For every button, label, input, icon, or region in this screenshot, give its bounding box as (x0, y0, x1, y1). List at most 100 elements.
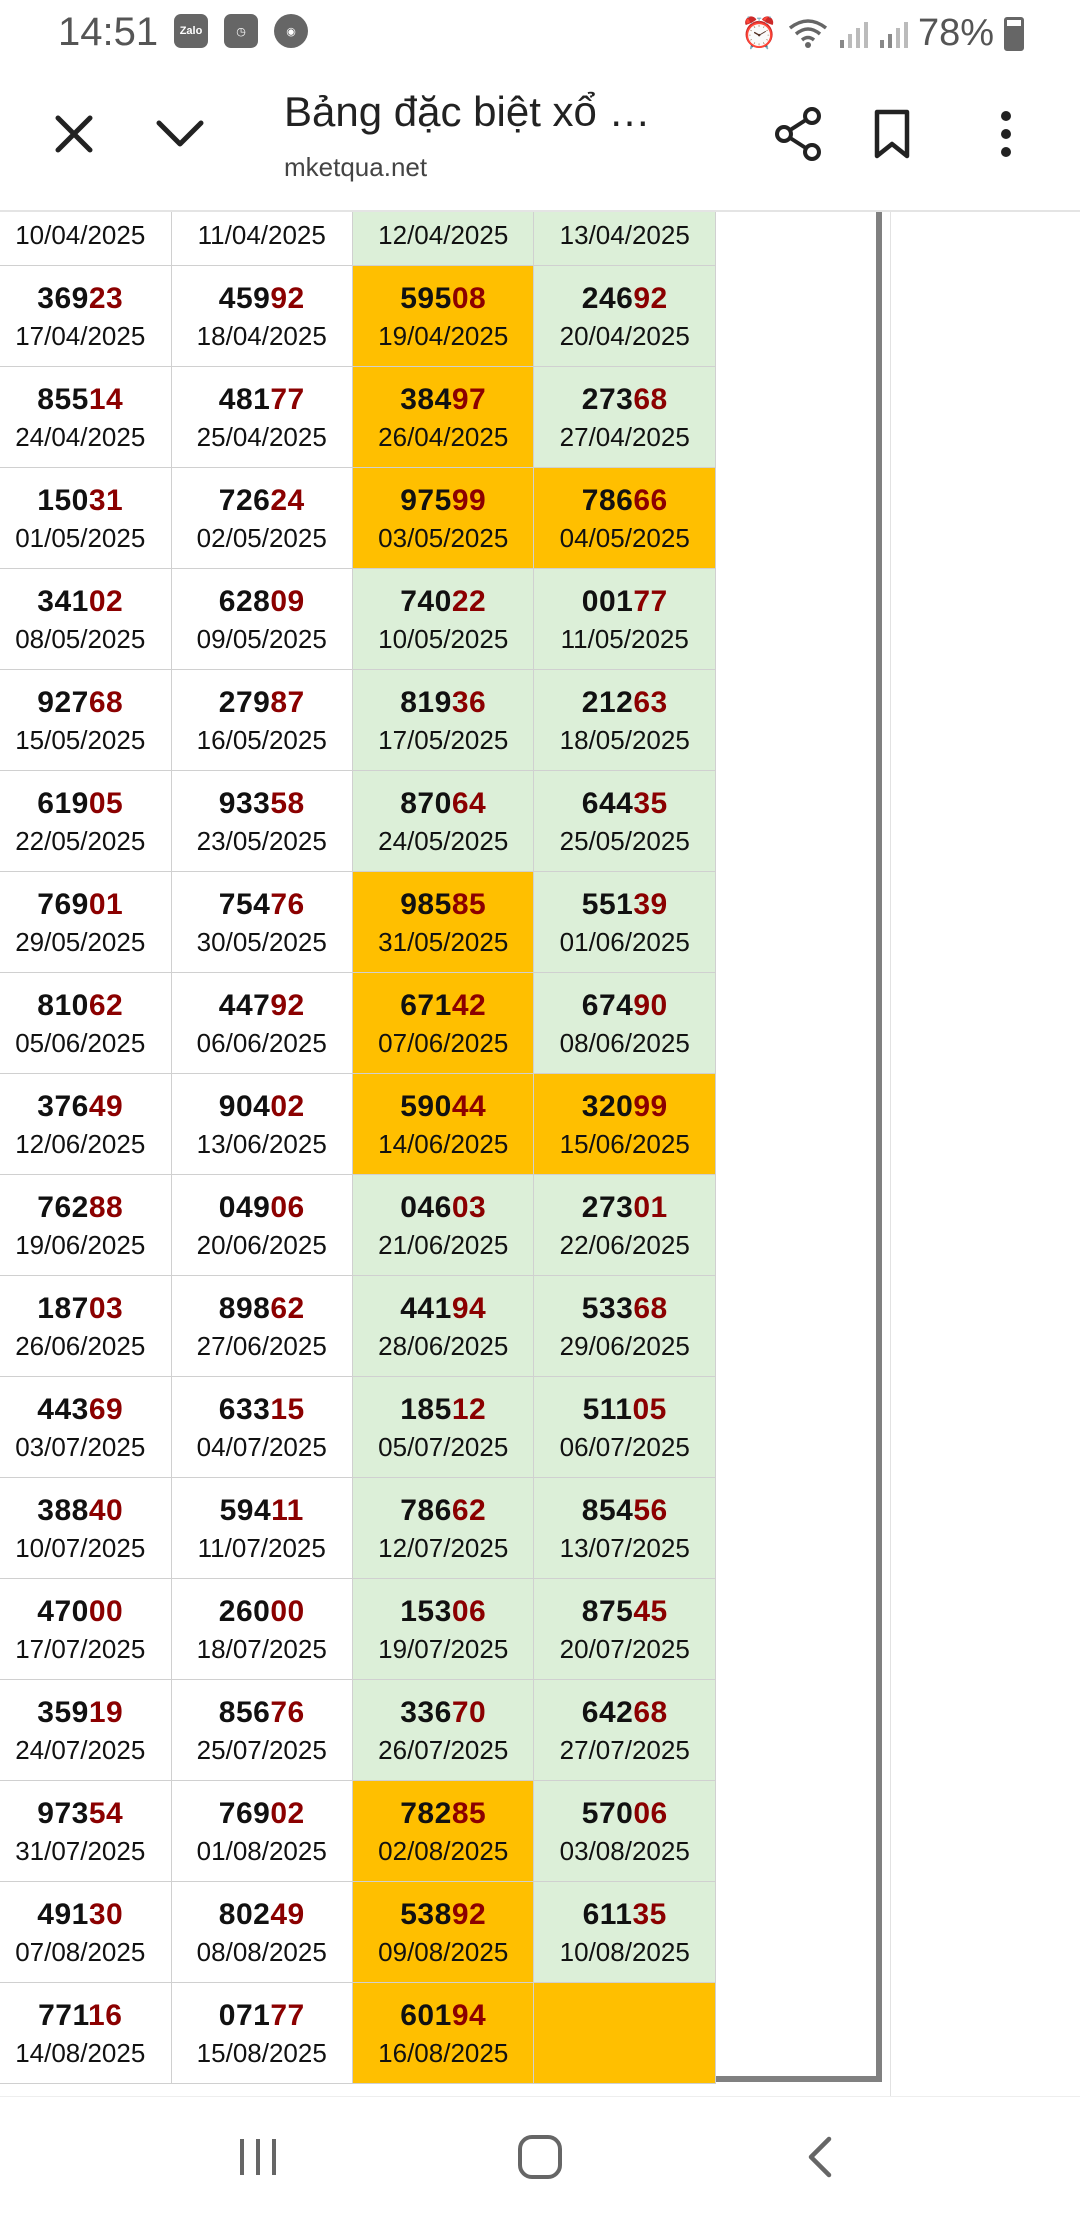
result-number: 27368 (534, 383, 715, 416)
zalo-notification-icon: Zalo (174, 14, 208, 48)
table-row: 259735431/07/20257690201/08/20257828502/… (0, 1780, 716, 1882)
result-tail-digits: 85 (451, 1796, 487, 1830)
result-head-digits: 341 (37, 584, 89, 618)
special-results-table: 25 10/04/2025 11/04/2025 12/04/2025 13/0… (0, 212, 716, 2084)
result-tail-digits: 92 (270, 988, 305, 1022)
recent-apps-icon[interactable] (228, 2131, 288, 2183)
result-cell: 80249 08/08/2025 (170, 1881, 353, 1983)
result-number: 76288 (0, 1191, 171, 1224)
result-number: 90402 (172, 1090, 352, 1123)
result-tail-digits: 02 (270, 1796, 305, 1830)
result-head-digits: 762 (37, 1190, 89, 1224)
result-head-digits: 740 (400, 584, 452, 618)
result-cell: 76902 01/08/2025 (170, 1780, 353, 1882)
result-head-digits: 481 (218, 382, 271, 416)
result-number: 78285 (353, 1797, 533, 1830)
result-tail-digits: 62 (451, 1493, 487, 1527)
result-head-digits: 854 (581, 1493, 634, 1527)
result-cell: 81936 17/05/2025 (351, 669, 535, 771)
result-number: 24692 (534, 282, 715, 315)
cell-date: 08/05/2025 (15, 623, 146, 654)
cell-date: 29/05/2025 (15, 926, 146, 957)
result-number: 07177 (172, 1999, 352, 2032)
result-cell: 97354 31/07/2025 (0, 1780, 172, 1882)
result-number: 04603 (353, 1191, 533, 1224)
result-head-digits: 153 (400, 1594, 452, 1628)
result-head-digits: 046 (400, 1190, 452, 1224)
result-head-digits: 388 (37, 1493, 89, 1527)
result-head-digits: 674 (581, 988, 634, 1022)
result-number: 63315 (172, 1393, 352, 1426)
cell-date: 18/07/2025 (196, 1633, 327, 1664)
result-head-digits: 470 (37, 1594, 89, 1628)
result-number: 67142 (353, 989, 533, 1022)
result-number: 76902 (172, 1797, 352, 1830)
back-icon[interactable] (790, 2129, 850, 2185)
result-cell: 27301 22/06/2025 (533, 1174, 716, 1276)
cell-date: 01/06/2025 (559, 926, 690, 957)
status-time: 14:51 (58, 10, 159, 54)
result-cell: 51105 06/07/2025 (533, 1376, 716, 1478)
result-cell: 18703 26/06/2025 (0, 1275, 172, 1377)
result-cell: 87545 20/07/2025 (533, 1578, 716, 1680)
web-content[interactable]: 25 10/04/2025 11/04/2025 12/04/2025 13/0… (0, 212, 1080, 2096)
close-icon[interactable] (48, 108, 100, 160)
result-cell: 27368 27/04/2025 (533, 366, 716, 468)
result-number (534, 1999, 715, 2032)
result-number: 81062 (0, 989, 171, 1022)
result-number: 47000 (0, 1595, 171, 1628)
result-number: 64268 (534, 1696, 715, 1729)
result-head-digits: 904 (218, 1089, 271, 1123)
cell-date (534, 2039, 715, 2068)
cell-date: 13/06/2025 (196, 1128, 327, 1159)
result-tail-digits: 92 (633, 281, 668, 315)
battery-percent: 78% (917, 12, 994, 54)
result-tail-digits: 15 (270, 1392, 305, 1426)
results-table-frame: 25 10/04/2025 11/04/2025 12/04/2025 13/0… (0, 212, 882, 2084)
result-head-digits: 533 (581, 1291, 634, 1325)
result-cell: 76901 29/05/2025 (0, 871, 172, 973)
result-cell: 37649 12/06/2025 (0, 1073, 172, 1175)
cell-date: 11/05/2025 (560, 623, 689, 654)
cell-date: 18/04/2025 (196, 320, 327, 351)
share-icon[interactable] (768, 104, 828, 164)
result-number: 97599 (353, 484, 533, 517)
home-icon[interactable] (510, 2127, 570, 2187)
result-tail-digits: 49 (88, 1089, 124, 1123)
result-tail-digits: 45 (633, 1594, 668, 1628)
result-number: 85676 (172, 1696, 352, 1729)
cell-date: 23/05/2025 (196, 825, 327, 856)
cell-date: 30/05/2025 (196, 926, 327, 957)
result-number: 53892 (353, 1898, 533, 1931)
result-number: 34102 (0, 585, 171, 618)
table-row: 254913007/08/20258024908/08/20255389209/… (0, 1881, 716, 1983)
result-tail-digits: 68 (633, 1695, 668, 1729)
more-options-icon[interactable] (986, 104, 1026, 164)
result-head-digits: 754 (218, 887, 271, 921)
table-row: 257690129/05/20257547630/05/20259858531/… (0, 871, 716, 973)
result-number: 53368 (534, 1292, 715, 1325)
cell-date: 10/07/2025 (15, 1532, 146, 1563)
result-cell: 61905 22/05/2025 (0, 770, 172, 872)
result-tail-digits: 01 (633, 1190, 668, 1224)
result-cell: 63315 04/07/2025 (170, 1376, 353, 1478)
result-number: 44194 (353, 1292, 533, 1325)
result-number: 49130 (0, 1898, 171, 1931)
result-head-digits: 782 (400, 1796, 452, 1830)
result-number: 60194 (353, 1999, 533, 2032)
result-head-digits: 551 (581, 887, 634, 921)
cell-date: 02/05/2025 (196, 522, 327, 553)
cell-date: 27/04/2025 (559, 421, 690, 452)
result-number: 89862 (172, 1292, 352, 1325)
result-tail-digits: 16 (88, 1998, 123, 2032)
result-cell: 61135 10/08/2025 (533, 1881, 716, 1983)
chevron-down-icon[interactable] (150, 108, 210, 160)
result-tail-digits: 00 (88, 1594, 124, 1628)
result-number: 67490 (534, 989, 715, 1022)
result-cell: 21263 18/05/2025 (533, 669, 716, 771)
result-tail-digits: 77 (270, 1998, 305, 2032)
result-number: 81936 (353, 686, 533, 719)
bookmark-icon[interactable] (864, 104, 920, 164)
page-url: mketqua.net (284, 152, 428, 182)
cell-date: 10/05/2025 (378, 623, 509, 654)
